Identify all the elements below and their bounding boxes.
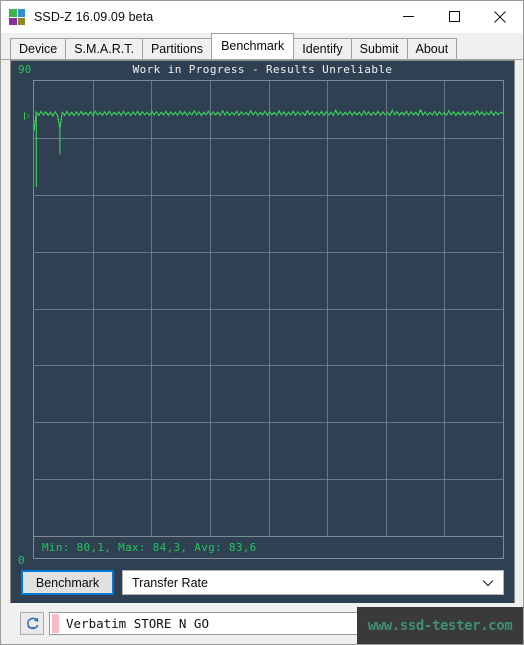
tab-label: Device [19, 42, 58, 56]
current-value-marker [24, 111, 30, 120]
title-bar: SSD-Z 16.09.09 beta [1, 1, 523, 33]
ssdz-logo-icon [9, 9, 25, 25]
tab-label: Benchmark [221, 39, 285, 53]
close-icon[interactable] [477, 1, 523, 32]
tab-label: About [415, 42, 449, 56]
tab-s-m-a-r-t[interactable]: S.M.A.R.T. [65, 38, 143, 59]
tab-label: Identify [302, 42, 343, 56]
status-bar: Verbatim STORE N GO Quit www.ssd-tester.… [1, 603, 523, 644]
device-name-value: Verbatim STORE N GO [66, 616, 209, 631]
tab-label: Submit [359, 42, 399, 56]
benchmark-run-button[interactable]: Benchmark [21, 570, 114, 595]
chevron-down-icon [482, 571, 494, 594]
tab-submit[interactable]: Submit [350, 38, 408, 59]
benchmark-mode-select[interactable]: Transfer Rate [122, 570, 504, 595]
window-controls [385, 1, 523, 32]
benchmark-controls: Benchmark Transfer Rate [21, 570, 504, 595]
minimize-icon[interactable] [385, 1, 431, 32]
benchmark-panel: 90 Work in Progress - Results Unreliable… [10, 60, 515, 605]
maximize-icon[interactable] [431, 1, 477, 32]
tab-label: Partitions [150, 42, 204, 56]
ssdz-window: SSD-Z 16.09.09 beta Device S.M.A.R.T. Part… [0, 0, 524, 645]
stats-strip: Min: 80,1, Max: 84,3, Avg: 83,6 [33, 537, 504, 559]
tab-label: S.M.A.R.T. [74, 42, 134, 56]
benchmark-mode-value: Transfer Rate [132, 575, 208, 590]
refresh-icon[interactable] [20, 612, 44, 635]
tab-strip: Device S.M.A.R.T. Partitions Benchmark Ident… [1, 33, 523, 60]
tab-about[interactable]: About [406, 38, 458, 59]
benchmark-stats-text: Min: 80,1, Max: 84,3, Avg: 83,6 [42, 541, 257, 554]
quit-button[interactable]: Quit [432, 612, 506, 635]
tab-partitions[interactable]: Partitions [141, 38, 213, 59]
tab-identify[interactable]: Identify [293, 38, 352, 59]
tab-device[interactable]: Device [10, 38, 67, 59]
device-select[interactable]: Verbatim STORE N GO [49, 612, 396, 635]
transfer-rate-chart [33, 80, 504, 537]
window-title: SSD-Z 16.09.09 beta [34, 10, 154, 24]
device-usage-indicator [52, 614, 59, 633]
tab-benchmark[interactable]: Benchmark [211, 33, 295, 59]
benchmark-warning-text: Work in Progress - Results Unreliable [132, 63, 393, 76]
y-axis-min-label: 0 [18, 554, 25, 567]
